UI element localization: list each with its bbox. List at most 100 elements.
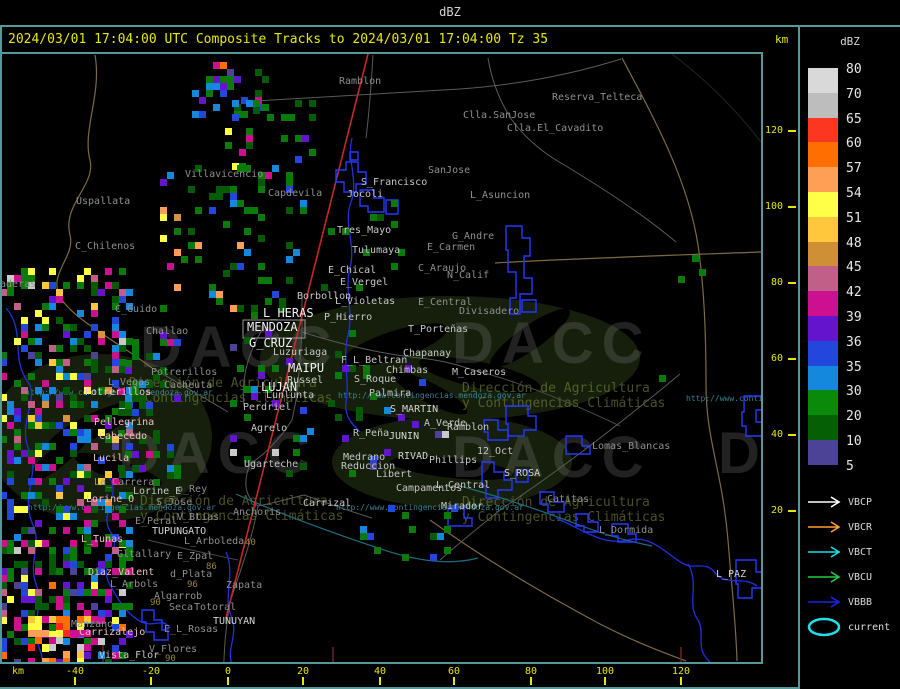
- right-axis-tick-label: 40: [770, 429, 783, 440]
- place-label: Uspallata: [76, 196, 131, 207]
- place-label: Agrelo: [251, 423, 288, 434]
- legend-item-label: VBBB: [848, 597, 873, 608]
- place-label: L_Tunas: [81, 534, 124, 545]
- place-label: Algarrob: [154, 591, 203, 602]
- bottom-axis-tick: [302, 677, 304, 685]
- place-label: Challao: [146, 326, 189, 337]
- colorbar-value-label: 51: [846, 211, 862, 226]
- bottom-axis-tick: [379, 677, 381, 685]
- right-axis-tick: [788, 434, 796, 436]
- bottom-axis-tick-label: 60: [447, 666, 461, 677]
- place-label: Zapata: [226, 580, 263, 591]
- place-label: Potrerillos: [151, 367, 218, 378]
- track-arrow-icon: [808, 596, 841, 608]
- right-axis-tick: [788, 206, 796, 208]
- place-label: L_Arbols: [110, 579, 159, 590]
- page-title: dBZ: [439, 5, 461, 19]
- place-label: Catitas: [547, 494, 590, 505]
- bottom-axis-tick-label: -20: [141, 666, 161, 677]
- place-label: Libert: [376, 469, 413, 480]
- place-label: Cabecedo: [99, 431, 148, 442]
- track-arrow-icon: [808, 571, 841, 583]
- colorbar-swatch: [808, 341, 838, 366]
- place-label: C_Chilenos: [75, 241, 136, 252]
- place-label: L_Violetas: [335, 296, 396, 307]
- track-arrow-icon: [808, 496, 841, 508]
- frame-line-left: [0, 25, 2, 689]
- colorbar-value-label: 60: [846, 136, 862, 151]
- colorbar-swatch: [808, 266, 838, 291]
- colorbar-value-label: 39: [846, 310, 862, 325]
- place-label: L_PAZ: [716, 569, 747, 580]
- place-label: Clla.El_Cavadito: [507, 123, 604, 134]
- place-label: S_Francisco: [361, 177, 428, 188]
- place-label: Lucila: [93, 453, 130, 464]
- place-label: Seca: [169, 602, 194, 613]
- place-label: S_Roque: [354, 374, 397, 385]
- route-number-label: 96: [187, 580, 198, 590]
- place-label: Villavicencio: [185, 169, 264, 180]
- place-label: E_Chical: [328, 265, 377, 276]
- colorbar-value-label: 30: [846, 384, 862, 399]
- place-label: M_Caseros: [452, 367, 507, 378]
- place-label: Totoral: [194, 602, 237, 613]
- place-label: Tres_Mayo: [337, 225, 392, 236]
- colorbar-value-label: 57: [846, 161, 862, 176]
- colorbar-value-label: 20: [846, 409, 862, 424]
- bottom-axis-tick-label: 100: [595, 666, 615, 677]
- legend-item-label: VBCT: [848, 547, 873, 558]
- bottom-axis-tick-label: 0: [224, 666, 232, 677]
- place-label: TUNUYAN: [213, 616, 256, 627]
- place-label: V_Btias: [177, 512, 220, 523]
- legend-item-label: VBCP: [848, 497, 873, 508]
- route-number-label: 40: [245, 538, 256, 548]
- place-label: Chapanay: [403, 348, 452, 359]
- place-label: C_Guido: [115, 304, 158, 315]
- legend-item-VBCT: VBCT: [800, 542, 900, 564]
- place-label: E_Zpal: [177, 551, 214, 562]
- place-label: RIVAD: [398, 451, 429, 462]
- right-axis-unit: km: [775, 33, 789, 46]
- colorbar-swatch: [808, 291, 838, 316]
- colorbar-swatch: [808, 366, 838, 390]
- header-bar: 2024/03/01 17:04:00 UTC Composite Tracks…: [0, 27, 798, 52]
- place-label: 12_Oct: [477, 446, 514, 457]
- legend-item-label: VBCU: [848, 572, 873, 583]
- place-label: R_Peña: [353, 428, 390, 439]
- place-label: Anchoris: [233, 507, 282, 518]
- legend-item-VBBB: VBBB: [800, 592, 900, 614]
- colorbar-swatch: [808, 217, 838, 242]
- bottom-axis-tick: [453, 677, 455, 685]
- right-axis-tick: [788, 510, 796, 512]
- bottom-axis-tick: [680, 677, 682, 685]
- bottom-axis: km -40 -20 0 20 40 60 80 100 120: [0, 664, 798, 687]
- right-axis-tick-label: 60: [770, 353, 783, 364]
- place-label: aderas: [2, 279, 37, 290]
- place-label: E_Vergel: [340, 277, 389, 288]
- place-label: P_Hierro: [324, 312, 373, 323]
- bottom-axis-tick-label: -40: [65, 666, 85, 677]
- radar-map-canvas[interactable]: DACCDACCDACCDACCDACCDirección de Agricul…: [2, 54, 761, 662]
- route-number-label: 90: [165, 654, 176, 662]
- place-label: S_MARTIN: [390, 404, 439, 415]
- place-label: Pellegrina: [94, 417, 155, 428]
- radar-app-window: dBZ 2024/03/01 17:04:00 UTC Composite Tr…: [0, 0, 900, 689]
- place-label: MENDOZA: [247, 320, 298, 334]
- place-label: Capdevila: [268, 188, 323, 199]
- bottom-axis-tick: [227, 677, 229, 685]
- place-label: Lomas_Blancas: [592, 441, 671, 452]
- place-label: Ramblon: [447, 422, 490, 433]
- place-label: Cacheuta: [164, 380, 213, 391]
- place-label: JUNIN: [389, 431, 420, 442]
- colorbar-swatch: [808, 415, 838, 440]
- place-label: Vista_Flor: [99, 650, 160, 661]
- colorbar-value-label: 35: [846, 360, 862, 375]
- right-axis: 120 100 80 60 40 20: [763, 54, 798, 662]
- place-label: Diaz_Valent: [88, 567, 155, 578]
- place-label: L_Arboleda: [184, 536, 245, 547]
- legend-item-VBCR: VBCR: [800, 517, 900, 539]
- place-label-layer: Ramblon Reserva_Telteca Clla.SanJose Clla.E…: [2, 54, 761, 662]
- colorbar-value-label: 10: [846, 434, 862, 449]
- place-label: Mirador: [441, 501, 484, 512]
- colorbar-title: dBZ: [840, 35, 860, 48]
